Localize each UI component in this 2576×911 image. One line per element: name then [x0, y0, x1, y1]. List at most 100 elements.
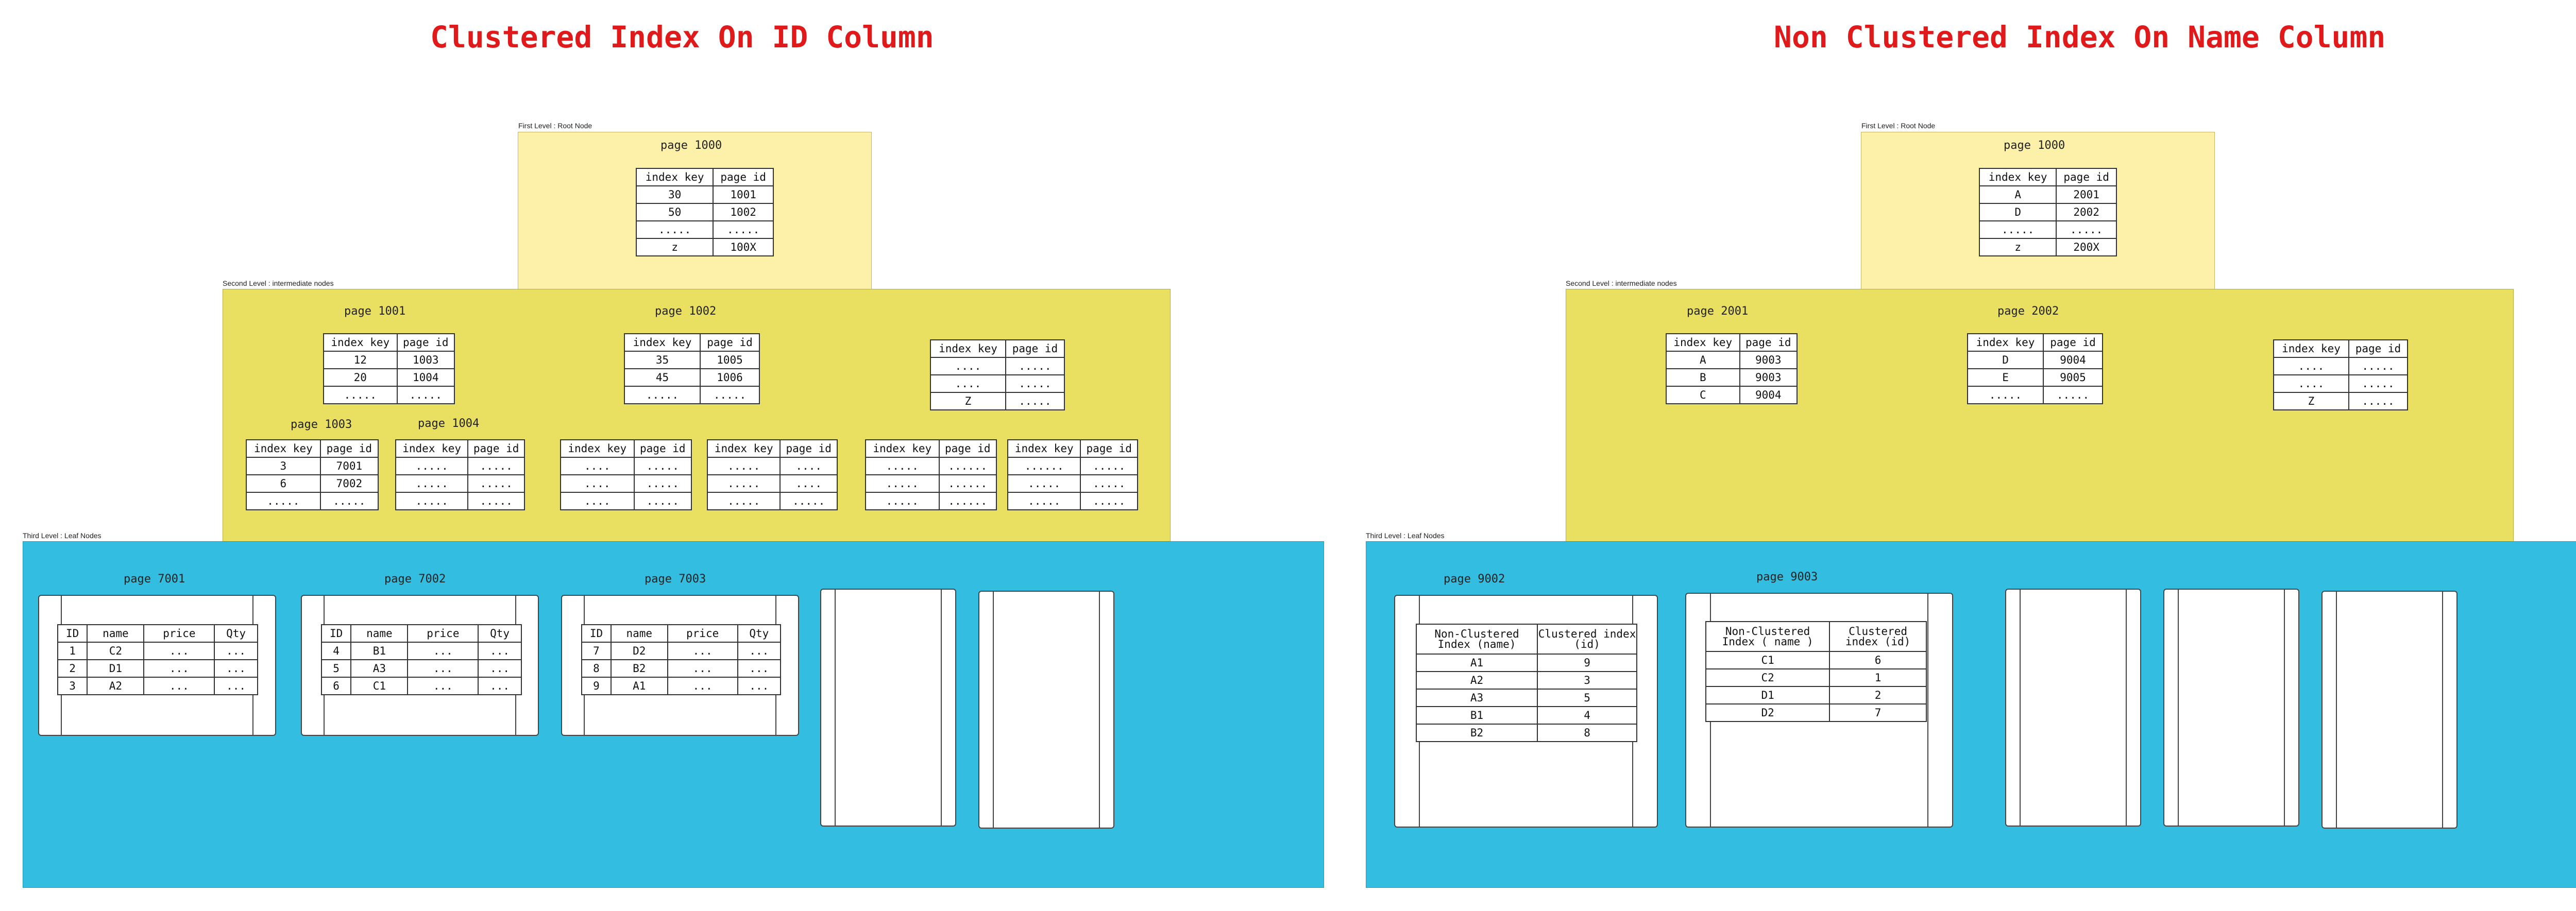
table-cell: A — [1666, 351, 1740, 369]
table-cell: ... — [478, 677, 522, 695]
table-row: 5 A3...... — [320, 659, 522, 678]
table-cell: 1006 — [700, 368, 760, 387]
table-cell: 1002 — [713, 203, 774, 221]
table-cell: 6 — [320, 677, 352, 695]
left-page-1004-title: page 1004 — [418, 417, 480, 430]
table-cell: ..... — [706, 474, 781, 493]
table-cell: 1003 — [396, 351, 455, 369]
table-cell: ... — [737, 659, 782, 678]
table-header-cell: Qty — [214, 624, 258, 643]
table-row: A 2001 — [1978, 185, 2117, 204]
table-cell: A1 — [1415, 654, 1538, 672]
table-cell: ..... — [865, 457, 940, 475]
table-row: 45 1006 — [623, 368, 760, 387]
table-row: 35 1005 — [623, 351, 760, 369]
table-row: 6 C1...... — [320, 677, 522, 695]
table-row: ........... — [865, 457, 997, 475]
table-cell: ..... — [2056, 220, 2117, 239]
table-cell: ... — [214, 642, 258, 660]
table-cell: 2001 — [2056, 185, 2117, 204]
table-cell: 4 — [1537, 706, 1637, 725]
table-cell: .... — [2273, 374, 2349, 393]
left-page-1003-title: page 1003 — [291, 418, 352, 431]
table-cell: 8 — [1537, 724, 1637, 742]
table-row: ........... — [865, 474, 997, 493]
table-cell: B2 — [1415, 724, 1538, 742]
table-row: .......... — [1007, 492, 1138, 510]
table-header-row: index key page id — [323, 333, 455, 352]
table-cell: 1005 — [700, 351, 760, 369]
table-cell: ..... — [1007, 474, 1081, 493]
table-cell: ..... — [395, 457, 469, 475]
table-row: .......... — [635, 220, 774, 239]
right-empty-page-book-2 — [2163, 589, 2299, 827]
table-row: B2 8 — [1415, 724, 1637, 742]
table-cell: 1001 — [713, 185, 774, 204]
table-cell: 9 — [581, 677, 612, 695]
left-page-7002-table: ID name price Qty 4 B1...... 5 A3...... 6 C1.....… — [320, 624, 522, 695]
table-cell: ... — [143, 659, 215, 678]
table-cell: ..... — [633, 474, 692, 493]
table-cell: ... — [407, 677, 479, 695]
table-header-row: index key page id — [706, 439, 838, 458]
table-row: ......... — [930, 374, 1065, 393]
table-header-row: index key page id — [1967, 333, 2103, 352]
table-cell: E — [1967, 368, 2044, 387]
table-cell: ..... — [635, 220, 714, 239]
table-cell: D1 — [87, 659, 145, 678]
table-cell: 3 — [57, 677, 88, 695]
table-cell: D2 — [610, 642, 668, 660]
table-cell: ... — [737, 642, 782, 660]
table-cell: D2 — [1705, 703, 1831, 722]
table-cell: ..... — [1005, 357, 1065, 375]
table-cell: B2 — [610, 659, 668, 678]
table-header-row: index key page id — [2273, 339, 2409, 358]
table-cell: ..... — [467, 474, 525, 493]
table-header-cell: page id — [2348, 339, 2409, 358]
table-cell: ... — [667, 642, 738, 660]
table-cell: ..... — [633, 457, 692, 475]
table-cell: A3 — [1415, 689, 1538, 707]
table-cell: ..... — [1005, 392, 1065, 410]
table-cell: ..... — [623, 386, 701, 404]
table-header-cell: page id — [2056, 168, 2117, 186]
table-cell: ...... — [938, 474, 997, 493]
table-cell: A2 — [1415, 671, 1538, 690]
table-row: ......... — [2273, 357, 2409, 375]
table-cell: C1 — [1705, 651, 1831, 669]
table-header-cell: Non-Clustered Index (name) — [1415, 624, 1538, 655]
table-cell: Z — [2273, 392, 2349, 410]
left-root-page-title: page 1000 — [660, 139, 722, 152]
table-cell: ..... — [1967, 386, 2044, 404]
table-cell: 1004 — [396, 368, 455, 387]
table-row: B 9003 — [1666, 368, 1798, 387]
table-cell: z — [1978, 238, 2057, 256]
table-row: A 9003 — [1666, 351, 1798, 369]
table-cell: 9003 — [1739, 368, 1798, 387]
table-row: ......... — [2273, 374, 2409, 393]
left-level3-label: Third Level : Leaf Nodes — [23, 531, 101, 540]
table-cell: .... — [2273, 357, 2349, 375]
right-page-9002-table: Non-Clustered Index (name) Clustered inde… — [1415, 624, 1637, 742]
table-header-cell: index key — [635, 168, 714, 186]
table-row: 6 7002 — [246, 474, 379, 493]
table-cell: D — [1978, 203, 2057, 221]
table-row: 3 7001 — [246, 457, 379, 475]
table-header-row: index key page id — [1666, 333, 1798, 352]
left-page-1001-title: page 1001 — [344, 305, 406, 318]
table-cell: B1 — [350, 642, 409, 660]
table-cell: A2 — [87, 677, 145, 695]
table-header-cell: page id — [633, 439, 692, 458]
table-cell: ... — [214, 677, 258, 695]
table-cell: ... — [737, 677, 782, 695]
table-header-row: Non-Clustered Index ( name ) Clustered in… — [1705, 621, 1927, 652]
table-row: E 9005 — [1967, 368, 2103, 387]
table-cell: ... — [667, 659, 738, 678]
table-row: 12 1003 — [323, 351, 455, 369]
left-page-1004-table: index key page id........................… — [395, 439, 525, 510]
left-page-1002-title: page 1002 — [655, 305, 717, 318]
table-cell: 100X — [713, 238, 774, 256]
table-cell: B1 — [1415, 706, 1538, 725]
left-intermediate-sub-6-table: index key page id........................… — [1007, 439, 1138, 510]
left-page-7003-table: ID name price Qty 7 D2...... 8 B2...... 9 A1.....… — [581, 624, 782, 695]
